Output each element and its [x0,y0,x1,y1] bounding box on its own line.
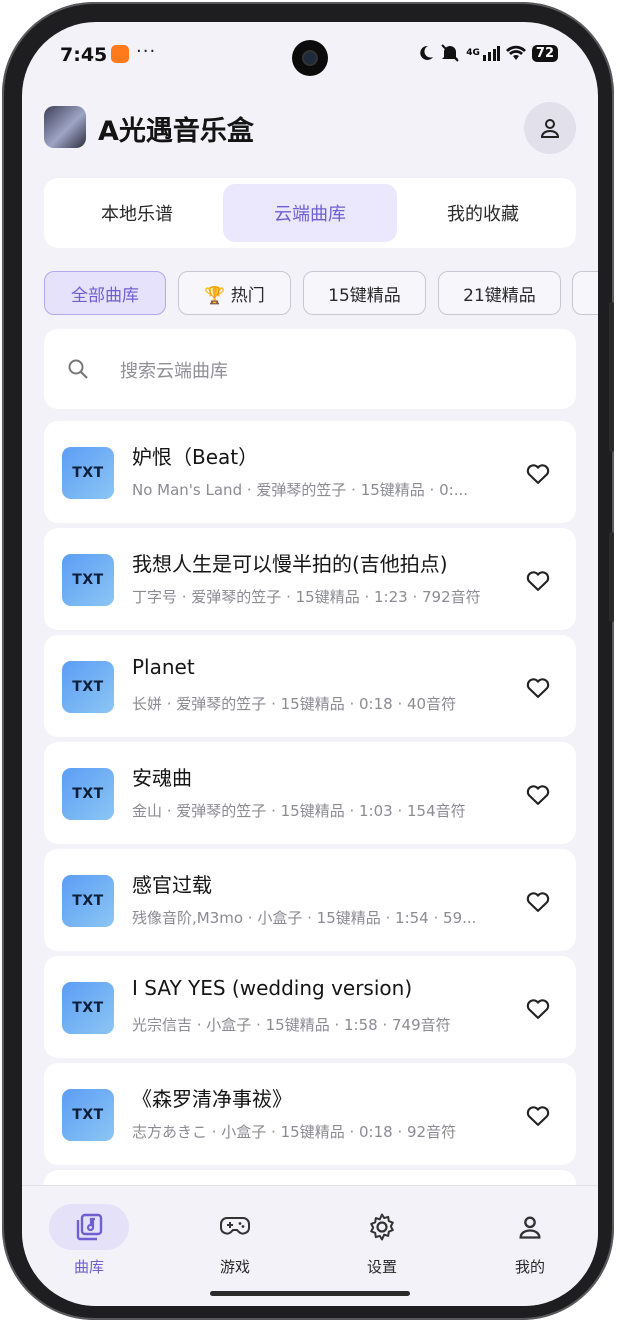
song-meta: 光宗信吉 · 小盒子 · 15键精品 · 1:58 · 749音符 [132,1016,451,1034]
txt-file-icon: TXT [62,447,114,499]
filter-chips: 全部曲库 🏆 热门 15键精品 21键精品 [44,271,598,317]
bottom-navigation: 曲库 游戏 设置 我的 [22,1185,598,1306]
txt-file-icon: TXT [62,554,114,606]
song-meta: 长姘 · 爱弹琴的笠子 · 15键精品 · 0:18 · 40音符 [132,695,457,713]
search-box[interactable]: 搜索云端曲库 [44,329,576,409]
chip-21-key[interactable]: 21键精品 [438,271,561,315]
app-avatar [44,106,86,148]
list-item[interactable]: TXT 感官过载 残像音阶,M3mo · 小盒子 · 15键精品 · 1:54 … [44,849,576,951]
song-title: I SAY YES (wedding version) [132,976,413,1000]
tab-local-scores[interactable]: 本地乐谱 [50,184,224,242]
screen: 7:45 ··· 4G 72 A光遇音乐盒 本地乐谱 云端曲库 我的收藏 全部曲… [22,22,598,1306]
app-header: A光遇音乐盒 [44,102,576,162]
song-meta: 志方あきこ · 小盒子 · 15键精品 · 0:18 · 92音符 [132,1123,457,1141]
nav-label: 设置 [366,1258,397,1276]
list-item[interactable]: TXT I SAY YES (wedding version) 光宗信吉 · 小… [44,956,576,1058]
battery-level: 72 [531,44,558,62]
list-item[interactable]: TXT Planet 长姘 · 爱弹琴的笠子 · 15键精品 · 0:18 · … [44,635,576,737]
profile-button[interactable] [524,102,576,154]
status-icons: 4G 72 [418,44,558,62]
power-button [609,532,614,622]
status-more: ··· [136,41,157,62]
user-icon [540,119,560,138]
search-icon [68,359,88,379]
status-bar: 7:45 ··· 4G 72 [22,22,598,86]
nav-game[interactable]: 游戏 [185,1204,285,1277]
moon-icon [420,45,434,60]
nav-library[interactable]: 曲库 [39,1204,139,1277]
network-type: 4G [466,48,480,58]
gamepad-icon [220,1217,250,1235]
status-time: 7:45 [60,44,108,66]
heart-icon[interactable] [524,1101,552,1129]
txt-file-icon: TXT [62,875,114,927]
list-item[interactable]: TXT 我想人生是可以慢半拍的(吉他拍点) 丁字号 · 爱弹琴的笠子 · 15键… [44,528,576,630]
heart-icon[interactable] [524,566,552,594]
front-camera [292,40,328,76]
source-tabs: 本地乐谱 云端曲库 我的收藏 [44,178,576,248]
chip-all[interactable]: 全部曲库 [44,271,166,315]
song-title: Planet [132,655,195,679]
song-title: 我想人生是可以慢半拍的(吉他拍点) [132,552,448,576]
song-title: 安魂曲 [132,766,192,790]
home-indicator[interactable] [210,1291,410,1296]
tab-my-favorites[interactable]: 我的收藏 [396,184,570,242]
chip-15-key[interactable]: 15键精品 [303,271,426,315]
gear-icon [370,1213,394,1241]
heart-icon[interactable] [524,887,552,915]
list-item[interactable]: TXT 《森罗清净事祓》 志方あきこ · 小盒子 · 15键精品 · 0:18 … [44,1063,576,1165]
signal-icon [482,46,500,61]
song-meta: 丁字号 · 爱弹琴的笠子 · 15键精品 · 1:23 · 792音符 [132,588,481,606]
nav-settings[interactable]: 设置 [332,1204,432,1277]
txt-file-icon: TXT [62,982,114,1034]
nav-label: 曲库 [73,1258,104,1276]
wifi-icon [505,45,526,60]
list-item[interactable]: TXT 安魂曲 金山 · 爱弹琴的笠子 · 15键精品 · 1:03 · 154… [44,742,576,844]
music-library-icon [76,1213,103,1241]
song-meta: 残像音阶,M3mo · 小盒子 · 15键精品 · 1:54 · 59... [132,909,477,927]
txt-file-icon: TXT [62,1089,114,1141]
mute-icon [441,44,459,62]
list-item[interactable]: TXT 妒恨（Beat） No Man's Land · 爱弹琴的笠子 · 15… [44,421,576,523]
song-meta: No Man's Land · 爱弹琴的笠子 · 15键精品 · 0:... [132,481,468,499]
volume-button [609,302,614,452]
song-meta: 金山 · 爱弹琴的笠子 · 15键精品 · 1:03 · 154音符 [132,802,466,820]
song-title: 感官过载 [132,873,212,897]
heart-icon[interactable] [524,673,552,701]
phone-frame: 7:45 ··· 4G 72 A光遇音乐盒 本地乐谱 云端曲库 我的收藏 全部曲… [2,2,614,1320]
tab-cloud-library[interactable]: 云端曲库 [223,184,397,242]
chip-more[interactable] [572,271,598,315]
heart-icon[interactable] [524,459,552,487]
nav-label: 游戏 [219,1258,250,1276]
txt-file-icon: TXT [62,768,114,820]
app-title: A光遇音乐盒 [98,116,254,147]
song-title: 《森罗清净事祓》 [132,1087,292,1111]
chip-popular[interactable]: 🏆 热门 [178,271,291,315]
notification-app-icon [111,45,129,63]
nav-label: 我的 [514,1258,545,1276]
heart-icon[interactable] [524,994,552,1022]
txt-file-icon: TXT [62,661,114,713]
search-input[interactable]: 搜索云端曲库 [120,357,228,383]
song-title: 妒恨（Beat） [132,445,259,469]
heart-icon[interactable] [524,780,552,808]
user-icon [519,1216,541,1239]
nav-me[interactable]: 我的 [480,1204,580,1277]
